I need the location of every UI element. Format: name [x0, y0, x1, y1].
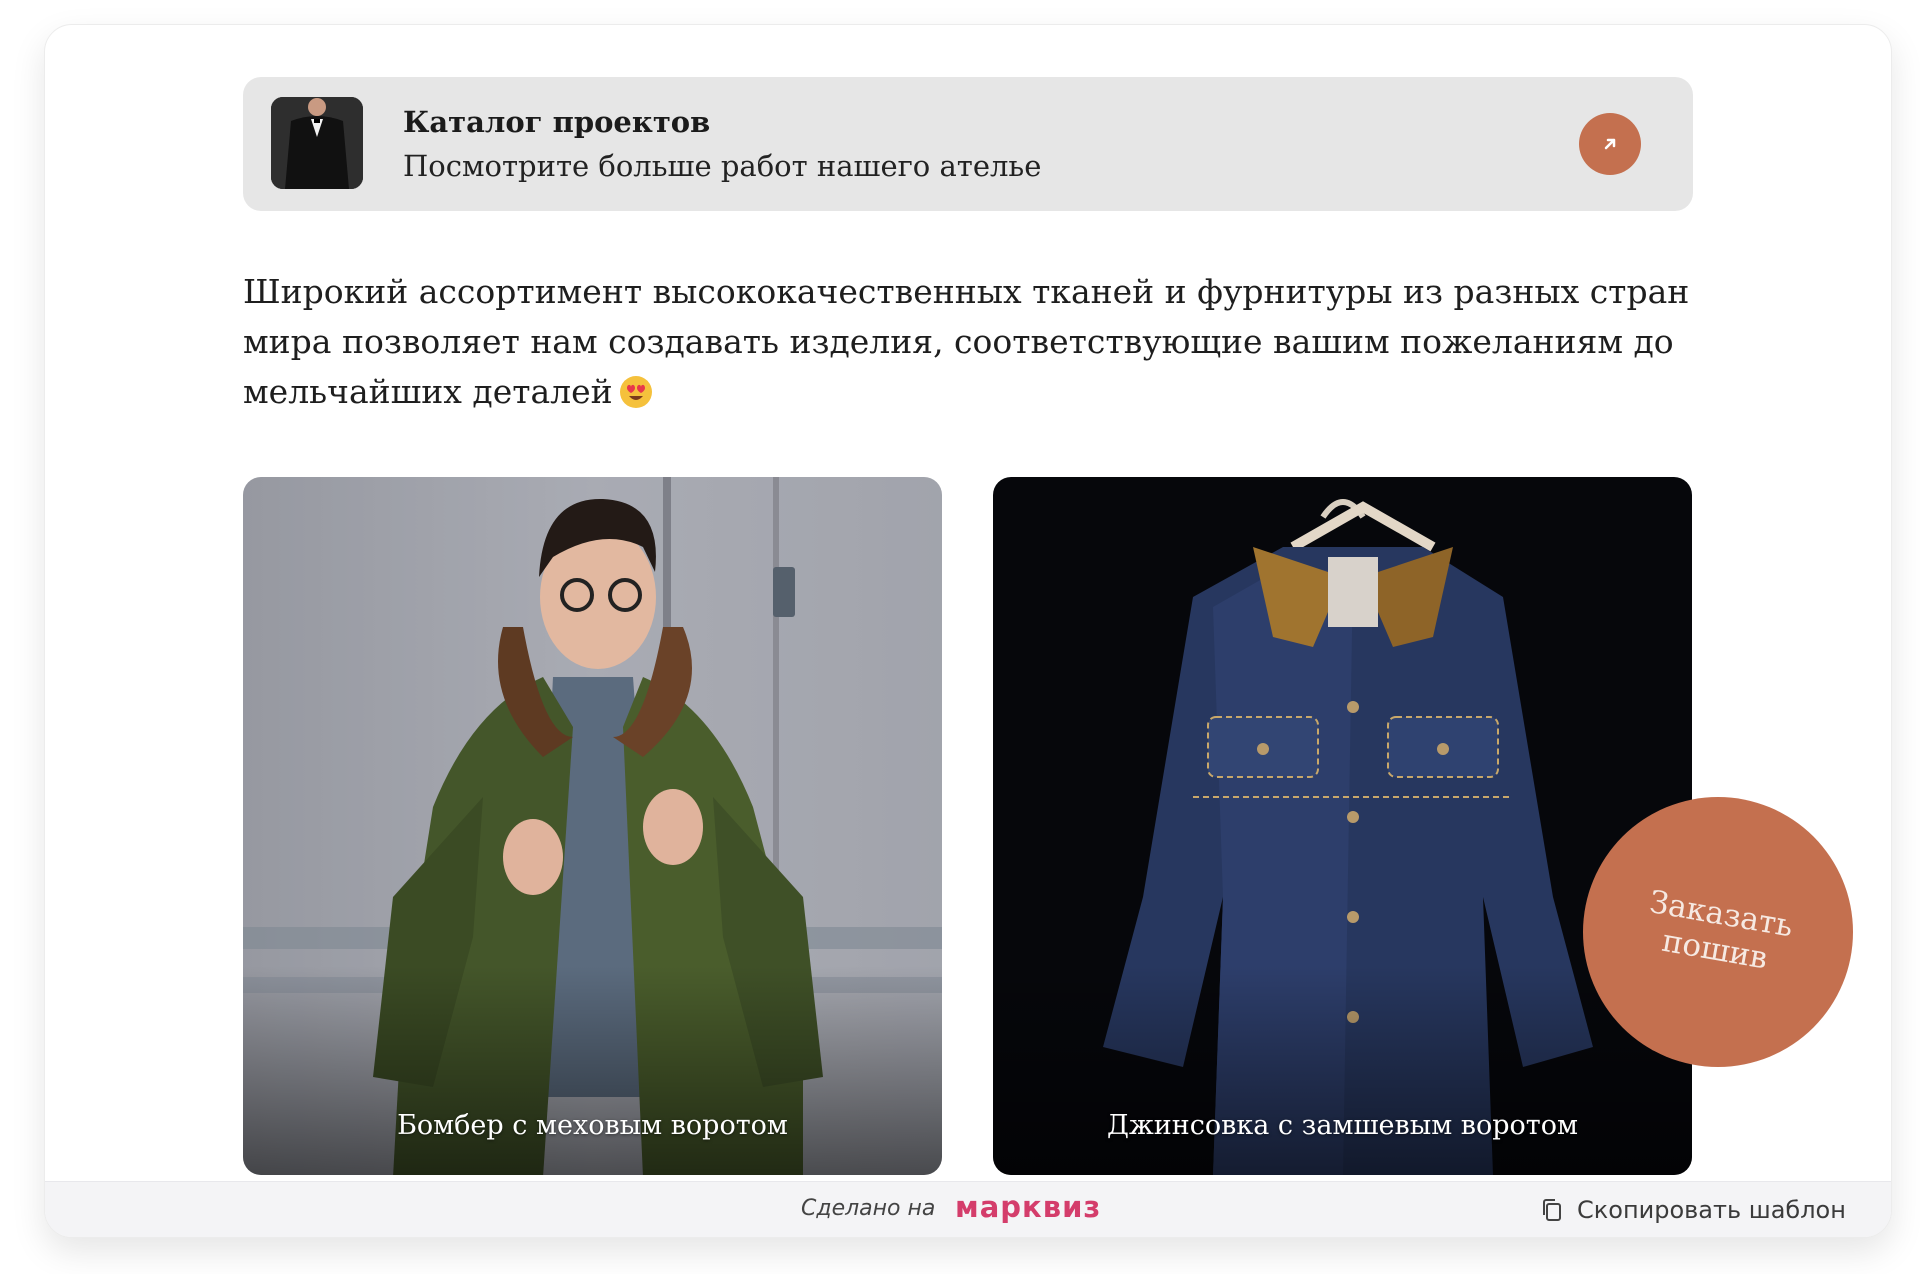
gallery-item-denim[interactable]: Джинсовка с замшевым воротом	[993, 477, 1692, 1175]
gallery-caption: Джинсовка с замшевым воротом	[1107, 1110, 1578, 1141]
gallery-item-bomber[interactable]: Бомбер с меховым воротом	[243, 477, 942, 1175]
gallery-caption: Бомбер с меховым воротом	[397, 1110, 788, 1141]
catalog-banner[interactable]: Каталог проектов Посмотрите больше работ…	[243, 77, 1693, 211]
copy-template-button[interactable]: Скопировать шаблон	[1539, 1196, 1846, 1224]
footer: Сделано на марквиз Скопировать шаблон	[45, 1181, 1891, 1237]
catalog-subtitle: Посмотрите больше работ нашего ателье	[403, 149, 1042, 183]
denim-photo	[993, 477, 1692, 1175]
arrow-up-right-icon	[1604, 138, 1616, 150]
order-button-label: Заказать пошив	[1646, 883, 1796, 977]
order-button[interactable]: Заказать пошив	[1583, 797, 1853, 1067]
description: Широкий ассортимент высококачественных т…	[243, 267, 1723, 417]
page-card: Каталог проектов Посмотрите больше работ…	[44, 24, 1892, 1238]
description-text: Широкий ассортимент высококачественных т…	[243, 272, 1690, 411]
catalog-thumbnail	[271, 97, 363, 189]
heart-eyes-emoji-icon	[619, 376, 652, 408]
made-on-label: Сделано на	[801, 1196, 936, 1221]
catalog-title: Каталог проектов	[403, 105, 711, 139]
catalog-open-button[interactable]	[1579, 113, 1641, 175]
copy-icon	[1543, 1199, 1561, 1221]
bomber-photo	[243, 477, 942, 1175]
brand-link[interactable]: марквиз	[955, 1190, 1101, 1224]
copy-template-label: Скопировать шаблон	[1577, 1196, 1846, 1224]
